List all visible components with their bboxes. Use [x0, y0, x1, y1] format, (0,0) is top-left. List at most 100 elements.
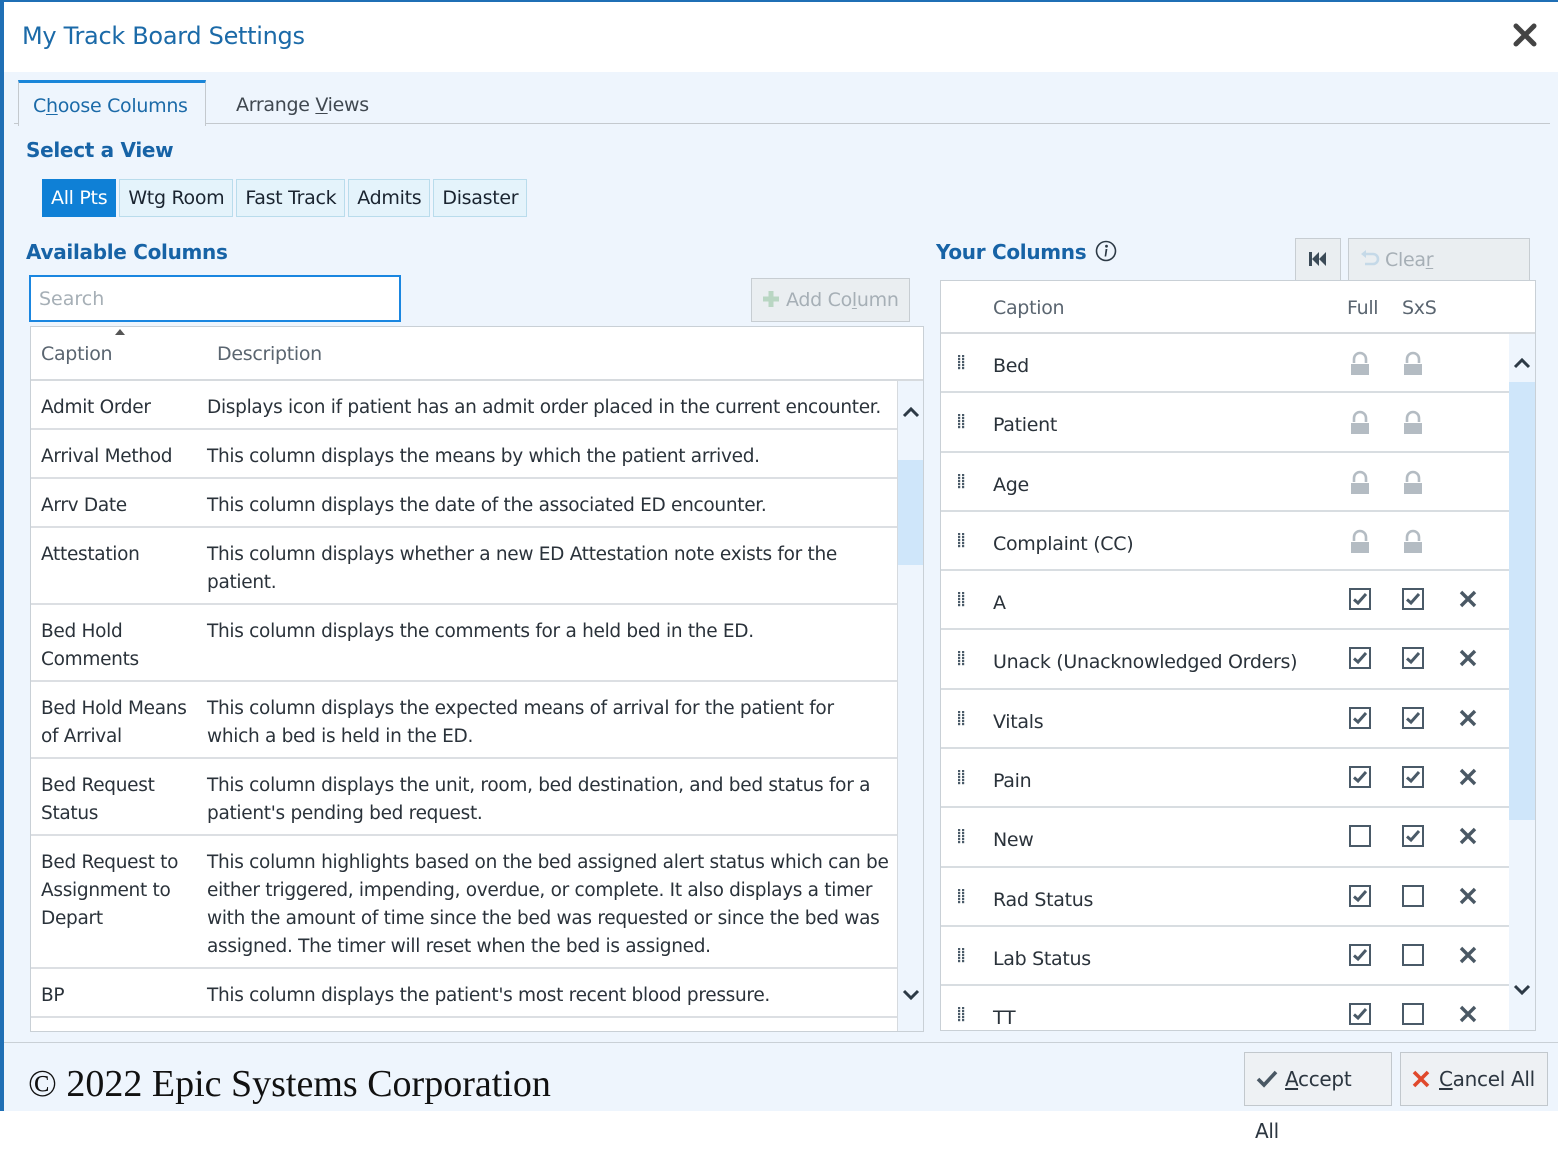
available-column-row[interactable]: Admit Order Displays icon if patient has … — [31, 381, 897, 430]
full-toggle[interactable] — [1349, 647, 1371, 670]
drag-handle[interactable] — [957, 828, 967, 844]
scrollbar-thumb[interactable] — [898, 460, 923, 566]
checkbox-checked[interactable] — [1349, 588, 1371, 611]
your-column-row[interactable]: Unack (Unacknowledged Orders) — [941, 630, 1509, 690]
scroll-up-button[interactable] — [1509, 352, 1535, 382]
your-column-row[interactable]: Pain — [941, 749, 1509, 809]
remove-column-button[interactable] — [1458, 708, 1478, 733]
view-all-pts[interactable]: All Pts — [42, 179, 117, 217]
drag-handle-icon[interactable] — [957, 414, 967, 430]
checkbox-checked[interactable] — [1349, 647, 1371, 670]
sxs-toggle[interactable] — [1402, 647, 1424, 670]
clear-changes-button[interactable]: Clear Changes — [1348, 238, 1530, 313]
available-column-row[interactable]: Arrival Method This column displays the m… — [31, 430, 897, 479]
drag-handle-icon[interactable] — [957, 829, 967, 845]
drag-handle[interactable] — [957, 650, 967, 666]
your-column-row[interactable]: New — [941, 808, 1509, 868]
full-toggle[interactable] — [1349, 588, 1371, 611]
checkbox-checked[interactable] — [1349, 884, 1371, 907]
remove-column-button[interactable] — [1458, 886, 1478, 911]
sxs-toggle[interactable] — [1402, 588, 1424, 611]
available-column-row[interactable]: Call InThis column displays an icon indi… — [31, 1018, 897, 1031]
drag-handle[interactable] — [957, 947, 967, 963]
full-toggle[interactable] — [1349, 825, 1371, 848]
checkbox-unchecked[interactable] — [1349, 825, 1371, 848]
checkbox-unchecked[interactable] — [1402, 1003, 1424, 1026]
your-column-row[interactable]: A — [941, 571, 1509, 631]
sxs-toggle[interactable] — [1402, 825, 1424, 848]
drag-handle[interactable] — [957, 888, 967, 904]
view-admits[interactable]: Admits — [348, 179, 431, 217]
drag-handle-icon[interactable] — [957, 1007, 967, 1023]
your-column-row[interactable]: Vitals — [941, 690, 1509, 750]
view-disaster[interactable]: Disaster — [433, 179, 528, 217]
checkbox-checked[interactable] — [1402, 647, 1424, 670]
checkbox-checked[interactable] — [1349, 706, 1371, 729]
available-column-row[interactable]: Bed Hold Means of Arrival This column dis… — [31, 682, 897, 759]
available-column-row[interactable]: Arrv Date This column displays the date o… — [31, 479, 897, 528]
checkbox-checked[interactable] — [1349, 943, 1371, 966]
sxs-toggle[interactable] — [1402, 943, 1424, 966]
sxs-toggle[interactable] — [1402, 1003, 1424, 1026]
sxs-toggle[interactable] — [1402, 884, 1424, 907]
remove-column-button[interactable] — [1458, 826, 1478, 851]
your-column-row[interactable]: Complaint (CC) — [941, 512, 1509, 572]
tab-arrange-views[interactable]: Arrange Views — [222, 80, 383, 124]
drag-handle[interactable] — [957, 532, 967, 548]
checkbox-checked[interactable] — [1402, 706, 1424, 729]
drag-handle-icon[interactable] — [957, 770, 967, 786]
sxs-toggle[interactable] — [1402, 706, 1424, 729]
available-column-row[interactable]: Attestation This column displays whether … — [31, 528, 897, 605]
available-column-row[interactable]: Bed Hold Comments This column displays th… — [31, 605, 897, 682]
drag-handle[interactable] — [957, 1006, 967, 1022]
remove-column-button[interactable] — [1458, 767, 1478, 792]
checkbox-unchecked[interactable] — [1402, 884, 1424, 907]
checkbox-checked[interactable] — [1402, 588, 1424, 611]
cancel-all-button[interactable]: Cancel All — [1400, 1052, 1548, 1106]
scroll-down-button[interactable] — [1509, 978, 1535, 1008]
drag-handle-icon[interactable] — [957, 710, 967, 727]
scroll-down-button[interactable] — [898, 983, 923, 1013]
checkbox-checked[interactable] — [1349, 766, 1371, 789]
your-column-row[interactable]: Patient — [941, 393, 1509, 453]
close-button[interactable] — [1510, 20, 1540, 50]
drag-handle[interactable] — [957, 769, 967, 785]
info-icon[interactable] — [1095, 240, 1117, 262]
full-toggle[interactable] — [1349, 1003, 1371, 1026]
your-column-row[interactable]: Age — [941, 453, 1509, 512]
header-caption[interactable]: Caption — [41, 343, 113, 365]
drag-handle-icon[interactable] — [957, 473, 967, 490]
full-toggle[interactable] — [1349, 766, 1371, 789]
drag-handle[interactable] — [957, 710, 967, 726]
checkbox-checked[interactable] — [1402, 766, 1424, 789]
drag-handle-icon[interactable] — [957, 532, 967, 549]
drag-handle[interactable] — [957, 591, 967, 607]
your-column-row[interactable]: Lab Status — [941, 927, 1509, 987]
your-column-row[interactable]: Rad Status — [941, 868, 1509, 927]
drag-handle-icon[interactable] — [957, 355, 967, 371]
reset-to-default-button[interactable] — [1295, 238, 1341, 282]
full-toggle[interactable] — [1349, 884, 1371, 907]
full-toggle[interactable] — [1349, 943, 1371, 966]
drag-handle[interactable] — [957, 354, 967, 370]
available-column-row[interactable]: Bed Request to Assignment to Depart This … — [31, 836, 897, 969]
available-scrollbar[interactable] — [897, 381, 923, 1031]
drag-handle-icon[interactable] — [957, 947, 967, 964]
checkbox-unchecked[interactable] — [1402, 943, 1424, 966]
drag-handle-icon[interactable] — [957, 592, 967, 608]
accept-all-button[interactable]: Accept All — [1244, 1052, 1392, 1143]
scroll-up-button[interactable] — [898, 401, 923, 431]
remove-column-button[interactable] — [1458, 648, 1478, 673]
checkbox-checked[interactable] — [1349, 1003, 1371, 1026]
remove-column-button[interactable] — [1458, 945, 1478, 970]
remove-column-button[interactable] — [1458, 1004, 1478, 1029]
drag-handle[interactable] — [957, 413, 967, 429]
sxs-toggle[interactable] — [1402, 766, 1424, 789]
your-column-row[interactable]: Bed — [941, 334, 1509, 394]
search-input[interactable] — [29, 275, 401, 322]
available-column-row[interactable]: BP This column displays the patient's mos… — [31, 969, 897, 1018]
available-column-row[interactable]: Bed Request Status This column displays t… — [31, 759, 897, 836]
view-wtg-room[interactable]: Wtg Room — [119, 179, 234, 217]
tab-choose-columns[interactable]: Choose Columns — [18, 80, 206, 126]
drag-handle[interactable] — [957, 473, 967, 489]
